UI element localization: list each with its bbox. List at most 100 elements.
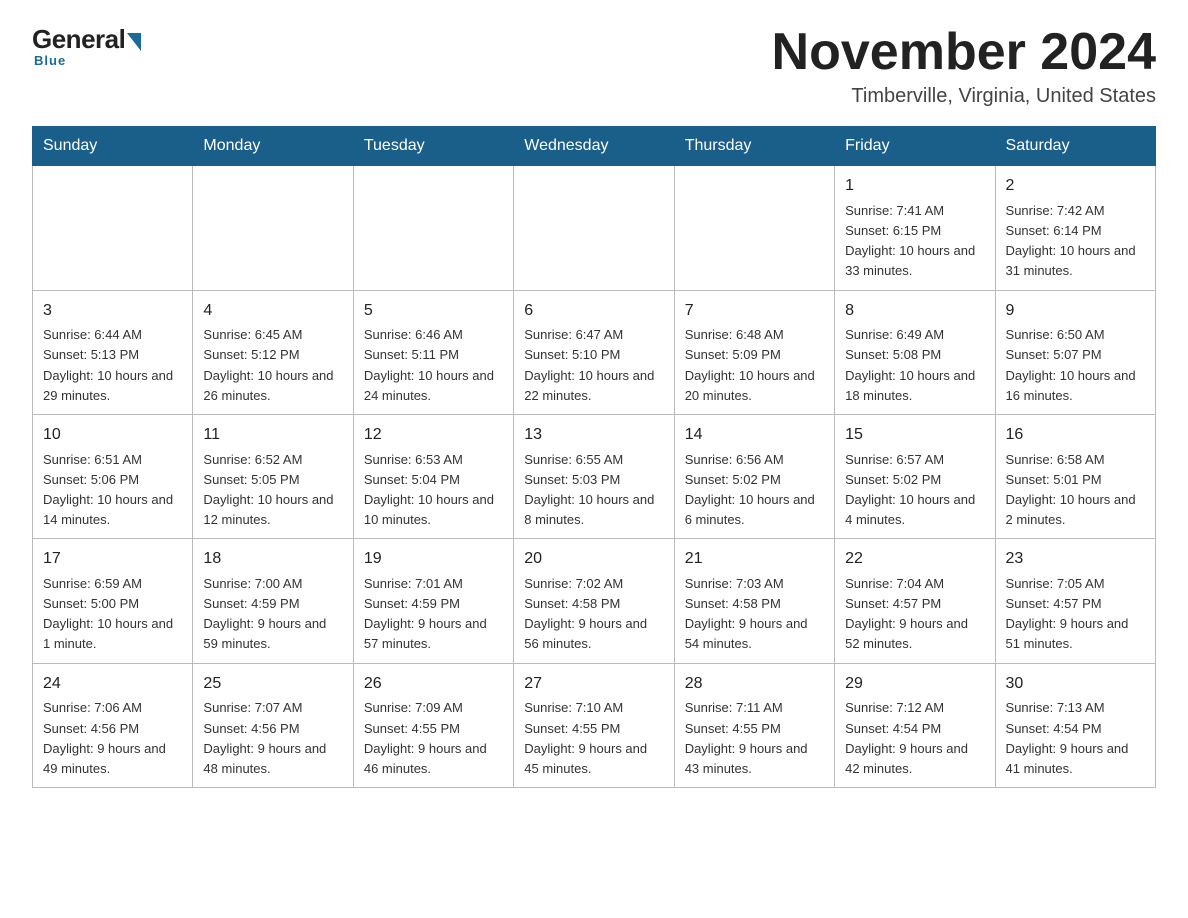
calendar-cell: 21 Sunrise: 7:03 AMSunset: 4:58 PMDayligh… <box>674 539 834 663</box>
calendar-week-3: 10Sunrise: 6:51 AMSunset: 5:06 PMDayligh… <box>33 414 1156 538</box>
day-info: Sunrise: 6:44 AMSunset: 5:13 PMDaylight:… <box>43 327 173 402</box>
day-number: 29 <box>845 672 984 697</box>
day-info: Sunrise: 6:50 AMSunset: 5:07 PMDaylight:… <box>1006 327 1136 402</box>
day-number: 5 <box>364 299 503 324</box>
calendar-cell: 26 Sunrise: 7:09 AMSunset: 4:55 PMDayligh… <box>353 663 513 787</box>
calendar-cell: 1 Sunrise: 7:41 AMSunset: 6:15 PMDaylight… <box>835 166 995 290</box>
calendar-table: SundayMondayTuesdayWednesdayThursdayFrid… <box>32 126 1156 788</box>
day-number: 8 <box>845 299 984 324</box>
calendar-cell: 23 Sunrise: 7:05 AMSunset: 4:57 PMDayligh… <box>995 539 1155 663</box>
day-info: Sunrise: 7:00 AMSunset: 4:59 PMDaylight:… <box>203 576 326 651</box>
calendar-cell: 7 Sunrise: 6:48 AMSunset: 5:09 PMDaylight… <box>674 290 834 414</box>
day-info: Sunrise: 7:05 AMSunset: 4:57 PMDaylight:… <box>1006 576 1129 651</box>
calendar-cell: 27Sunrise: 7:10 AMSunset: 4:55 PMDayligh… <box>514 663 674 787</box>
day-number: 13 <box>524 423 663 448</box>
day-number: 3 <box>43 299 182 324</box>
calendar-cell: 8 Sunrise: 6:49 AMSunset: 5:08 PMDaylight… <box>835 290 995 414</box>
day-number: 30 <box>1006 672 1145 697</box>
day-info: Sunrise: 6:59 AMSunset: 5:00 PMDaylight:… <box>43 576 173 651</box>
day-info: Sunrise: 6:58 AMSunset: 5:01 PMDaylight:… <box>1006 452 1136 527</box>
day-info: Sunrise: 6:56 AMSunset: 5:02 PMDaylight:… <box>685 452 815 527</box>
day-number: 14 <box>685 423 824 448</box>
day-number: 22 <box>845 547 984 572</box>
day-number: 21 <box>685 547 824 572</box>
calendar-week-4: 17 Sunrise: 6:59 AMSunset: 5:00 PMDayligh… <box>33 539 1156 663</box>
day-info: Sunrise: 7:13 AMSunset: 4:54 PMDaylight:… <box>1006 700 1129 775</box>
day-info: Sunrise: 7:02 AMSunset: 4:58 PMDaylight:… <box>524 576 647 651</box>
day-info: Sunrise: 7:07 AMSunset: 4:56 PMDaylight:… <box>203 700 326 775</box>
day-number: 12 <box>364 423 503 448</box>
day-number: 6 <box>524 299 663 324</box>
day-number: 15 <box>845 423 984 448</box>
logo-blue-text: Blue <box>34 53 66 68</box>
day-number: 25 <box>203 672 342 697</box>
day-info: Sunrise: 6:53 AMSunset: 5:04 PMDaylight:… <box>364 452 494 527</box>
logo-arrow-icon <box>127 33 141 51</box>
logo-general-text: General <box>32 24 125 55</box>
day-info: Sunrise: 6:48 AMSunset: 5:09 PMDaylight:… <box>685 327 815 402</box>
col-header-saturday: Saturday <box>995 127 1155 166</box>
day-number: 24 <box>43 672 182 697</box>
calendar-cell <box>514 166 674 290</box>
day-info: Sunrise: 7:03 AMSunset: 4:58 PMDaylight:… <box>685 576 808 651</box>
day-info: Sunrise: 6:52 AMSunset: 5:05 PMDaylight:… <box>203 452 333 527</box>
col-header-sunday: Sunday <box>33 127 193 166</box>
page-header: General Blue November 2024 Timberville, … <box>32 24 1156 108</box>
calendar-cell: 28Sunrise: 7:11 AMSunset: 4:55 PMDayligh… <box>674 663 834 787</box>
day-info: Sunrise: 6:45 AMSunset: 5:12 PMDaylight:… <box>203 327 333 402</box>
calendar-cell: 12 Sunrise: 6:53 AMSunset: 5:04 PMDayligh… <box>353 414 513 538</box>
day-number: 11 <box>203 423 342 448</box>
col-header-monday: Monday <box>193 127 353 166</box>
day-info: Sunrise: 7:09 AMSunset: 4:55 PMDaylight:… <box>364 700 487 775</box>
calendar-cell: 4 Sunrise: 6:45 AMSunset: 5:12 PMDaylight… <box>193 290 353 414</box>
calendar-cell: 30 Sunrise: 7:13 AMSunset: 4:54 PMDayligh… <box>995 663 1155 787</box>
day-number: 17 <box>43 547 182 572</box>
calendar-cell: 15 Sunrise: 6:57 AMSunset: 5:02 PMDayligh… <box>835 414 995 538</box>
calendar-cell <box>33 166 193 290</box>
calendar-cell: 9 Sunrise: 6:50 AMSunset: 5:07 PMDaylight… <box>995 290 1155 414</box>
calendar-cell: 19 Sunrise: 7:01 AMSunset: 4:59 PMDayligh… <box>353 539 513 663</box>
day-number: 2 <box>1006 174 1145 199</box>
calendar-cell: 2 Sunrise: 7:42 AMSunset: 6:14 PMDaylight… <box>995 166 1155 290</box>
day-info: Sunrise: 7:04 AMSunset: 4:57 PMDaylight:… <box>845 576 968 651</box>
day-number: 4 <box>203 299 342 324</box>
day-number: 16 <box>1006 423 1145 448</box>
calendar-cell <box>353 166 513 290</box>
day-info: Sunrise: 7:12 AMSunset: 4:54 PMDaylight:… <box>845 700 968 775</box>
calendar-cell: 6 Sunrise: 6:47 AMSunset: 5:10 PMDaylight… <box>514 290 674 414</box>
calendar-cell: 22 Sunrise: 7:04 AMSunset: 4:57 PMDayligh… <box>835 539 995 663</box>
calendar-title: November 2024 <box>772 24 1156 81</box>
day-number: 1 <box>845 174 984 199</box>
calendar-cell <box>674 166 834 290</box>
calendar-cell: 25 Sunrise: 7:07 AMSunset: 4:56 PMDayligh… <box>193 663 353 787</box>
title-section: November 2024 Timberville, Virginia, Uni… <box>772 24 1156 108</box>
calendar-cell: 14 Sunrise: 6:56 AMSunset: 5:02 PMDayligh… <box>674 414 834 538</box>
day-info: Sunrise: 6:47 AMSunset: 5:10 PMDaylight:… <box>524 327 654 402</box>
day-number: 18 <box>203 547 342 572</box>
col-header-friday: Friday <box>835 127 995 166</box>
day-number: 9 <box>1006 299 1145 324</box>
day-info: Sunrise: 7:42 AMSunset: 6:14 PMDaylight:… <box>1006 203 1136 278</box>
col-header-tuesday: Tuesday <box>353 127 513 166</box>
day-number: 7 <box>685 299 824 324</box>
calendar-subtitle: Timberville, Virginia, United States <box>772 85 1156 108</box>
day-number: 23 <box>1006 547 1145 572</box>
calendar-cell: 13 Sunrise: 6:55 AMSunset: 5:03 PMDayligh… <box>514 414 674 538</box>
day-info: Sunrise: 6:46 AMSunset: 5:11 PMDaylight:… <box>364 327 494 402</box>
calendar-cell: 10Sunrise: 6:51 AMSunset: 5:06 PMDayligh… <box>33 414 193 538</box>
calendar-week-1: 1 Sunrise: 7:41 AMSunset: 6:15 PMDaylight… <box>33 166 1156 290</box>
day-number: 28 <box>685 672 824 697</box>
day-info: Sunrise: 6:51 AMSunset: 5:06 PMDaylight:… <box>43 452 173 527</box>
day-number: 19 <box>364 547 503 572</box>
day-info: Sunrise: 7:01 AMSunset: 4:59 PMDaylight:… <box>364 576 487 651</box>
calendar-cell: 11 Sunrise: 6:52 AMSunset: 5:05 PMDayligh… <box>193 414 353 538</box>
day-number: 20 <box>524 547 663 572</box>
day-info: Sunrise: 6:57 AMSunset: 5:02 PMDaylight:… <box>845 452 975 527</box>
day-number: 27 <box>524 672 663 697</box>
col-header-wednesday: Wednesday <box>514 127 674 166</box>
day-info: Sunrise: 6:55 AMSunset: 5:03 PMDaylight:… <box>524 452 654 527</box>
day-info: Sunrise: 6:49 AMSunset: 5:08 PMDaylight:… <box>845 327 975 402</box>
day-number: 26 <box>364 672 503 697</box>
calendar-cell: 24Sunrise: 7:06 AMSunset: 4:56 PMDayligh… <box>33 663 193 787</box>
day-info: Sunrise: 7:41 AMSunset: 6:15 PMDaylight:… <box>845 203 975 278</box>
